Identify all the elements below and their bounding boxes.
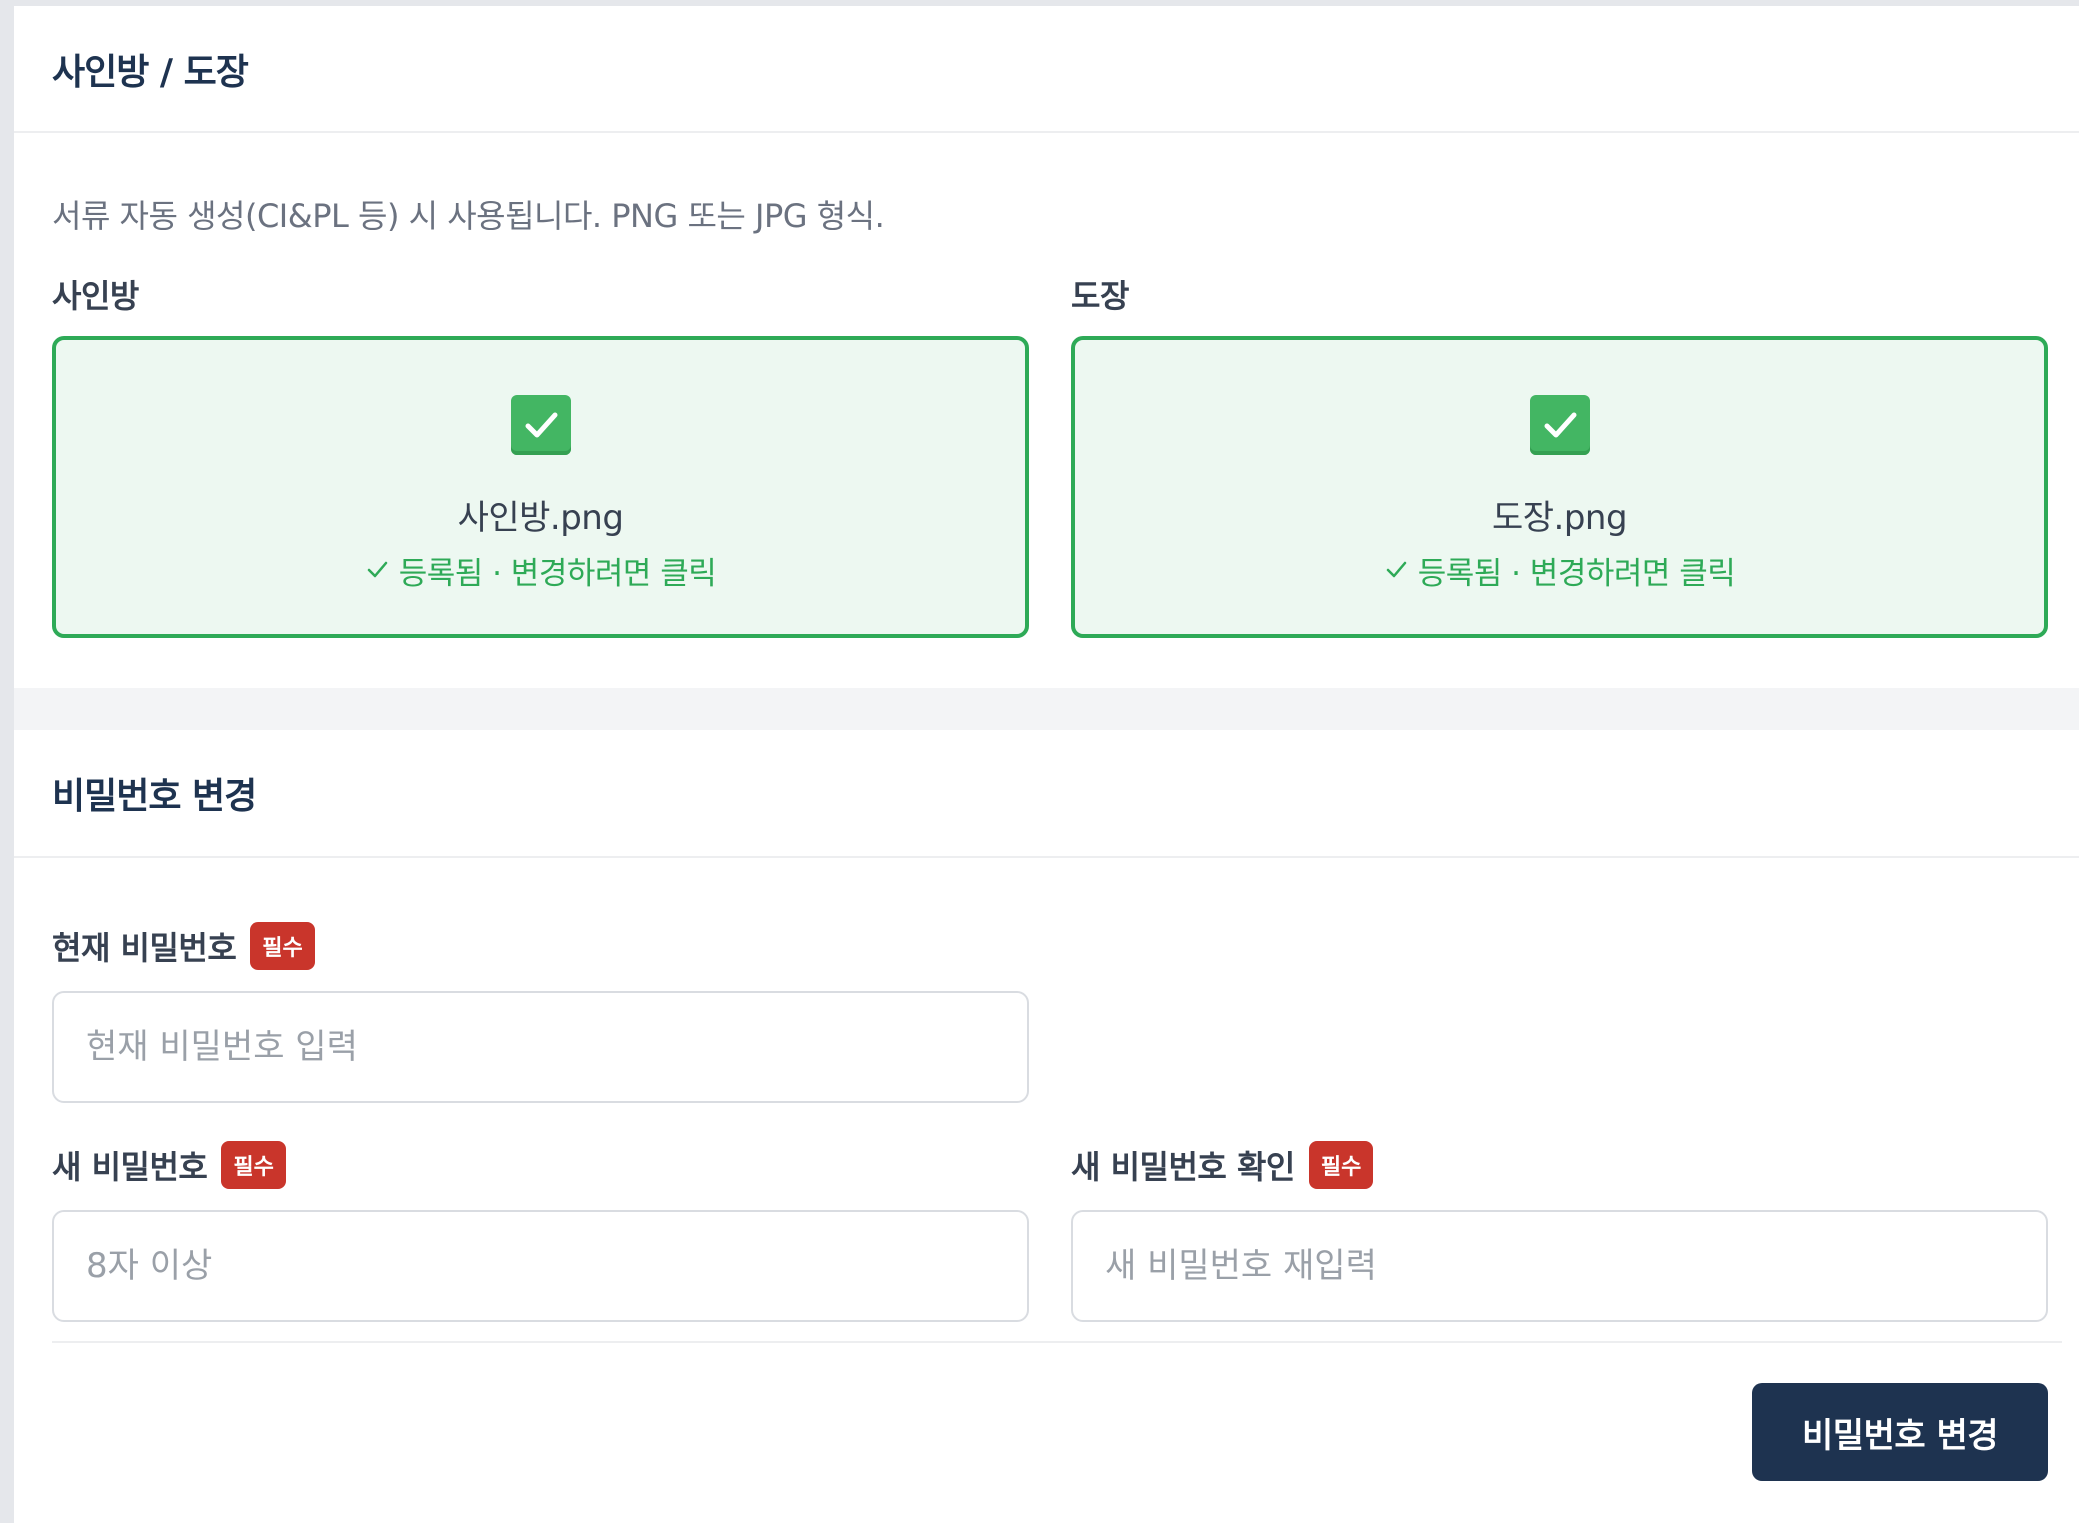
change-password-button[interactable]: 비밀번호 변경 <box>1752 1383 2048 1481</box>
seal-card-title: 사인방 / 도장 <box>52 51 249 93</box>
new-password-label: 새 비밀번호 필수 <box>52 1141 286 1189</box>
new-password-label-text: 새 비밀번호 <box>52 1148 208 1186</box>
new-password-input[interactable] <box>52 1210 1029 1322</box>
required-badge: 필수 <box>250 922 315 970</box>
required-badge: 필수 <box>221 1141 286 1189</box>
seal-card: 사인방 / 도장 서류 자동 생성(CI&PL 등) 시 사용됩니다. PNG … <box>14 6 2079 688</box>
confirm-password-input[interactable] <box>1071 1210 2048 1322</box>
settings-page: 사인방 / 도장 서류 자동 생성(CI&PL 등) 시 사용됩니다. PNG … <box>0 0 2079 1523</box>
checkmark-icon <box>1384 553 1408 589</box>
confirm-password-label: 새 비밀번호 확인 필수 <box>1071 1141 1374 1189</box>
signature-file-name: 사인방.png <box>457 498 624 538</box>
signature-upload-box[interactable]: 사인방.png 등록됨 · 변경하려면 클릭 <box>52 336 1029 638</box>
seal-description: 서류 자동 생성(CI&PL 등) 시 사용됩니다. PNG 또는 JPG 형식… <box>52 197 885 235</box>
checkmark-icon <box>365 553 389 589</box>
form-divider <box>52 1341 2062 1343</box>
current-password-input[interactable] <box>52 991 1029 1103</box>
signature-status: 등록됨 · 변경하려면 클릭 <box>56 548 1025 593</box>
check-box-icon <box>1529 395 1590 455</box>
stamp-status: 등록됨 · 변경하려면 클릭 <box>1075 548 2044 593</box>
signature-status-text: 등록됨 · 변경하려면 클릭 <box>398 556 717 592</box>
required-badge: 필수 <box>1308 1141 1374 1189</box>
current-password-label-text: 현재 비밀번호 <box>52 929 237 967</box>
current-password-label: 현재 비밀번호 필수 <box>52 922 315 970</box>
stamp-status-text: 등록됨 · 변경하려면 클릭 <box>1417 556 1736 592</box>
password-card-header: 비밀번호 변경 <box>14 730 2079 858</box>
signature-label: 사인방 <box>52 271 139 317</box>
confirm-password-label-text: 새 비밀번호 확인 <box>1071 1148 1295 1186</box>
signature-label-text: 사인방 <box>52 277 139 315</box>
password-card: 비밀번호 변경 현재 비밀번호 필수 새 비밀번호 필수 새 비밀번호 확인 필… <box>14 730 2079 1523</box>
stamp-file-name: 도장.png <box>1491 498 1628 538</box>
stamp-label-text: 도장 <box>1071 277 1129 315</box>
seal-card-header: 사인방 / 도장 <box>14 6 2079 133</box>
check-box-icon <box>510 395 571 455</box>
left-border <box>0 0 14 1523</box>
password-card-title: 비밀번호 변경 <box>52 776 257 817</box>
stamp-label: 도장 <box>1071 271 1129 317</box>
stamp-upload-box[interactable]: 도장.png 등록됨 · 변경하려면 클릭 <box>1071 336 2048 638</box>
